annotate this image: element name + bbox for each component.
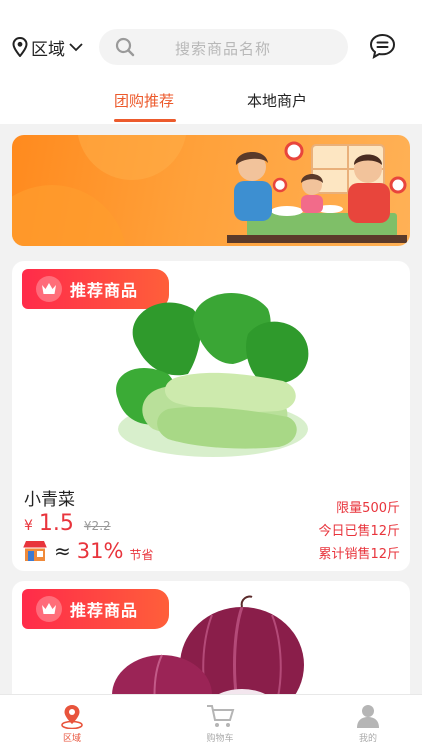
user-icon [357, 705, 379, 728]
promo-banner[interactable] [12, 135, 410, 246]
sold-today: 今日已售12斤 [318, 524, 400, 539]
bottom-nav: 区域 购物车 我的 [0, 694, 422, 750]
family-dinner-illustration [12, 135, 407, 246]
search-icon [115, 37, 135, 57]
discount-percent: 31% [76, 539, 124, 563]
product-card[interactable]: 推荐商品 小青菜 ¥ 1.5 ¥2.2 ≈ 31% 节省 限量500斤 今日已售… [12, 261, 410, 571]
nav-label-profile: 我的 [358, 734, 377, 744]
sales-stats: 限量500斤 今日已售12斤 累计销售12斤 [318, 497, 400, 566]
region-label: 区域 [31, 39, 65, 60]
region-selector[interactable]: 区域 [12, 34, 84, 60]
crown-icon [42, 603, 56, 614]
stock-limit: 限量500斤 [336, 501, 400, 516]
message-icon[interactable] [369, 33, 396, 59]
search-placeholder: 搜索商品名称 [175, 40, 272, 58]
nav-region[interactable]: 区域 [42, 703, 102, 744]
tab-local-merchants[interactable]: 本地商户 [247, 90, 307, 111]
search-input[interactable]: 搜索商品名称 [99, 29, 348, 65]
tab-bar: 团购推荐 本地商户 [0, 84, 422, 124]
chevron-down-icon [69, 43, 83, 52]
price-row: ¥ 1.5 ¥2.2 [24, 511, 111, 536]
crown-icon [42, 283, 56, 294]
nav-profile[interactable]: 我的 [338, 703, 398, 744]
original-price: ¥2.2 [83, 519, 111, 533]
location-icon [61, 705, 83, 729]
store-icon [23, 541, 47, 561]
nav-cart[interactable]: 购物车 [190, 703, 250, 744]
product-name: 小青菜 [24, 490, 75, 510]
tab-group-buy[interactable]: 团购推荐 [114, 90, 174, 111]
active-tab-indicator [114, 119, 176, 122]
product-image-bok-choy [116, 292, 309, 457]
sold-total: 累计销售12斤 [318, 547, 400, 562]
nav-label-cart: 购物车 [206, 734, 234, 744]
currency-symbol: ¥ [24, 518, 33, 534]
savings-row: ≈ 31% 节省 [22, 539, 153, 563]
nav-label-region: 区域 [62, 734, 81, 744]
cart-icon [207, 705, 235, 727]
current-price: 1.5 [38, 511, 74, 536]
top-bar: 区域 搜索商品名称 团购推荐 本地商户 [0, 0, 422, 124]
approx-symbol: ≈ [54, 539, 71, 563]
discount-label: 节省 [129, 547, 154, 562]
location-pin-icon [12, 37, 28, 57]
